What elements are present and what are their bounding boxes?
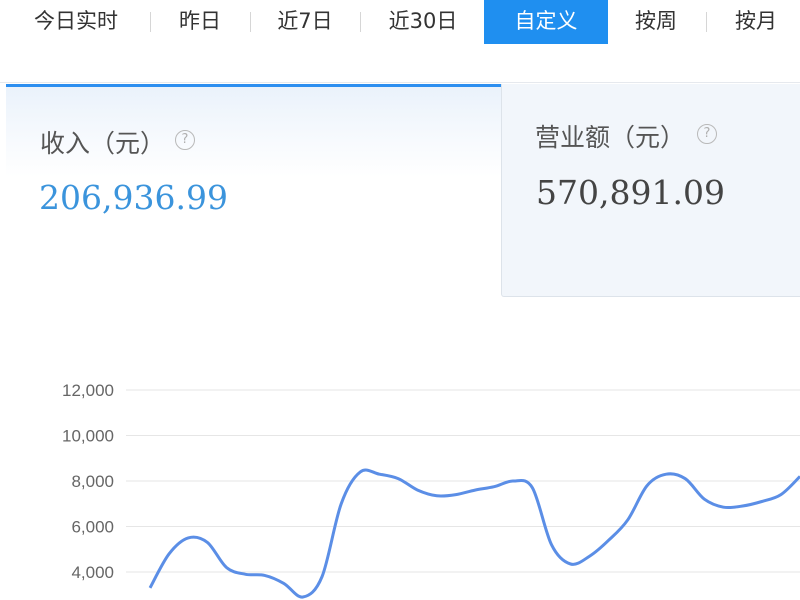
- series-line-0: [148, 468, 800, 599]
- y-tick-label: 6,000: [71, 518, 114, 537]
- y-tick-label: 8,000: [71, 472, 114, 491]
- y-tick-label: 4,000: [71, 563, 114, 582]
- y-tick-label: 10,000: [62, 427, 114, 446]
- y-tick-label: 12,000: [62, 381, 114, 400]
- revenue-line-chart: 12,000 10,000 8,000 6,000 4,000: [62, 381, 800, 599]
- dashboard-page: 今日实时 昨日 近7日 近30日 自定义 按周 按月 收入（元） ? 206,9…: [0, 0, 800, 600]
